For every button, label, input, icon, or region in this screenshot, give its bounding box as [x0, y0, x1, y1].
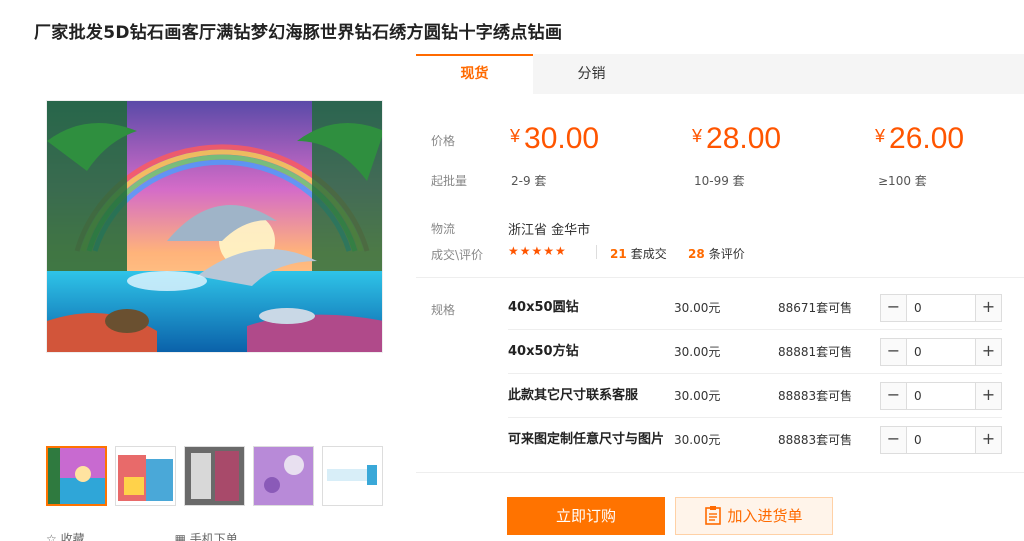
gallery-bottom-links: ☆ 收藏 ▦ 手机下单 [46, 530, 238, 541]
thumbnail-1-image [48, 448, 105, 504]
mobile-order-link[interactable]: ▦ 手机下单 [175, 530, 238, 541]
clipboard-icon [705, 502, 722, 538]
deals-reviews-label: 成交\评价 [431, 248, 484, 262]
purchase-tabs: 现货 分销 [416, 54, 1024, 94]
rating-stars-icon: ★★★★★ [508, 244, 567, 258]
quantity-input[interactable]: 0 [907, 383, 975, 409]
spec-row: 40x50圆钻 30.00元 88671套可售 − 0 + [508, 286, 1008, 330]
increment-button[interactable]: + [975, 339, 1001, 365]
spec-stock: 88881套可售 [778, 345, 853, 359]
main-product-image[interactable] [46, 100, 383, 353]
spec-stock: 88883套可售 [778, 389, 853, 403]
decrement-button[interactable]: − [881, 383, 907, 409]
thumbnail-2-image [116, 447, 175, 505]
deals-count[interactable]: 21 套成交 [610, 245, 667, 262]
spec-name: 此款其它尺寸联系客服 [508, 388, 639, 403]
spec-stock: 88883套可售 [778, 433, 853, 447]
moq-range-2: 10-99 套 [694, 174, 745, 188]
spec-price: 30.00元 [674, 433, 721, 447]
thumbnail-3[interactable] [184, 446, 245, 506]
thumbnail-5-image [323, 447, 382, 505]
moq-range-1: 2-9 套 [511, 174, 547, 188]
buy-now-button[interactable]: 立即订购 [507, 497, 665, 535]
thumbnail-5[interactable] [322, 446, 383, 506]
tab-spot[interactable]: 现货 [416, 54, 533, 94]
star-outline-icon: ☆ [46, 532, 57, 541]
currency-symbol: ¥ [692, 126, 703, 146]
quantity-stepper: − 0 + [880, 294, 1002, 322]
logistics-location: 浙江省 金华市 [508, 223, 591, 238]
spec-row: 可来图定制任意尺寸与图片 30.00元 88883套可售 − 0 + [508, 418, 1008, 462]
increment-button[interactable]: + [975, 427, 1001, 453]
tab-distribution[interactable]: 分销 [533, 54, 650, 94]
spec-row: 此款其它尺寸联系客服 30.00元 88883套可售 − 0 + [508, 374, 1008, 418]
thumbnail-4-image [254, 447, 313, 505]
logistics-label: 物流 [431, 222, 456, 236]
section-divider [416, 277, 1024, 278]
dolphin-painting-image [47, 101, 382, 352]
spec-name: 40x50圆钻 [508, 300, 579, 315]
decrement-button[interactable]: − [881, 295, 907, 321]
thumbnail-3-image [185, 447, 244, 505]
add-to-cart-label: 加入进货单 [727, 507, 803, 525]
quantity-stepper: − 0 + [880, 382, 1002, 410]
price-value: 26.00 [889, 122, 965, 155]
price-tier-2: ¥28.00 [692, 122, 781, 156]
decrement-button[interactable]: − [881, 427, 907, 453]
section-divider [416, 472, 1024, 473]
quantity-input[interactable]: 0 [907, 295, 975, 321]
currency-symbol: ¥ [875, 126, 886, 146]
price-tier-1: ¥30.00 [510, 122, 599, 156]
quantity-stepper: − 0 + [880, 426, 1002, 454]
moq-label: 起批量 [431, 174, 468, 188]
quantity-stepper: − 0 + [880, 338, 1002, 366]
spec-price: 30.00元 [674, 345, 721, 359]
divider [596, 245, 597, 259]
quantity-input[interactable]: 0 [907, 427, 975, 453]
spec-name: 40x50方钻 [508, 344, 579, 359]
product-title: 厂家批发5D钻石画客厅满钻梦幻海豚世界钻石绣方圆钻十字绣点钻画 [34, 23, 563, 43]
spec-row: 40x50方钻 30.00元 88881套可售 − 0 + [508, 330, 1008, 374]
thumbnail-1[interactable] [46, 446, 107, 506]
decrement-button[interactable]: − [881, 339, 907, 365]
spec-label: 规格 [431, 303, 456, 317]
spec-stock: 88671套可售 [778, 301, 853, 315]
moq-range-3: ≥100 套 [878, 174, 927, 188]
price-value: 28.00 [706, 122, 782, 155]
currency-symbol: ¥ [510, 126, 521, 146]
qr-code-icon: ▦ [174, 532, 186, 541]
spec-name: 可来图定制任意尺寸与图片 [508, 432, 665, 447]
reviews-count[interactable]: 28 条评价 [688, 245, 745, 262]
increment-button[interactable]: + [975, 383, 1001, 409]
price-label: 价格 [431, 134, 456, 148]
spec-price: 30.00元 [674, 389, 721, 403]
thumbnail-4[interactable] [253, 446, 314, 506]
spec-price: 30.00元 [674, 301, 721, 315]
increment-button[interactable]: + [975, 295, 1001, 321]
price-value: 30.00 [524, 122, 600, 155]
price-tier-3: ¥26.00 [875, 122, 964, 156]
thumbnail-strip [46, 446, 383, 506]
favorite-link[interactable]: ☆ 收藏 [46, 530, 85, 541]
add-to-cart-button[interactable]: 加入进货单 [675, 497, 833, 535]
thumbnail-2[interactable] [115, 446, 176, 506]
quantity-input[interactable]: 0 [907, 339, 975, 365]
